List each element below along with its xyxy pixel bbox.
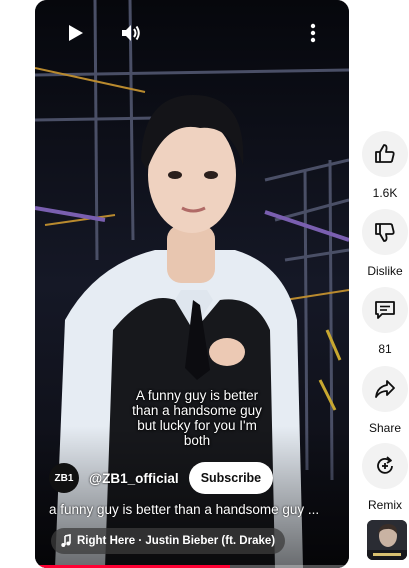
comments-button[interactable] xyxy=(362,287,408,333)
more-options-button[interactable] xyxy=(295,15,331,51)
dislike-label: Dislike xyxy=(367,264,403,278)
channel-avatar[interactable]: ZB1 xyxy=(49,463,79,493)
video-caption: A funny guy is better than a handsome gu… xyxy=(132,388,262,448)
like-count: 1.6K xyxy=(372,186,398,200)
share-icon xyxy=(375,380,395,398)
remix-label: Remix xyxy=(367,498,402,512)
share-label: Share xyxy=(368,421,402,435)
remix-action: Remix xyxy=(361,443,409,512)
music-label: Right Here · Justin Bieber (ft. Drake) xyxy=(77,535,276,547)
channel-info: ZB1 @ZB1_official Subscribe xyxy=(49,462,274,494)
dislike-action: Dislike xyxy=(361,209,409,278)
dislike-button[interactable] xyxy=(362,209,408,255)
music-note-icon xyxy=(61,534,71,547)
music-pill[interactable]: Right Here · Justin Bieber (ft. Drake) xyxy=(51,528,286,554)
sound-thumbnail[interactable] xyxy=(367,520,407,560)
share-button[interactable] xyxy=(362,366,408,412)
subscribe-button[interactable]: Subscribe xyxy=(188,462,274,494)
thumb-down-icon xyxy=(375,223,395,242)
channel-name[interactable]: @ZB1_official xyxy=(89,471,179,486)
volume-icon xyxy=(122,25,140,41)
remix-icon xyxy=(377,456,393,474)
comments-action: 81 xyxy=(361,287,409,356)
like-action: 1.6K xyxy=(361,131,409,200)
like-button[interactable] xyxy=(362,131,408,177)
share-action: Share xyxy=(361,366,409,435)
album-art-image xyxy=(367,520,407,560)
video-title[interactable]: a funny guy is better than a handsome gu… xyxy=(49,502,339,517)
play-button[interactable] xyxy=(57,15,93,51)
remix-button[interactable] xyxy=(362,443,408,489)
comments-count: 81 xyxy=(378,342,392,356)
play-icon xyxy=(69,25,83,41)
comment-icon xyxy=(375,301,395,319)
volume-button[interactable] xyxy=(113,15,149,51)
more-vert-icon xyxy=(310,23,316,43)
thumb-up-icon xyxy=(375,144,395,163)
player-controls xyxy=(35,0,349,70)
short-video-player[interactable]: A funny guy is better than a handsome gu… xyxy=(35,0,349,568)
